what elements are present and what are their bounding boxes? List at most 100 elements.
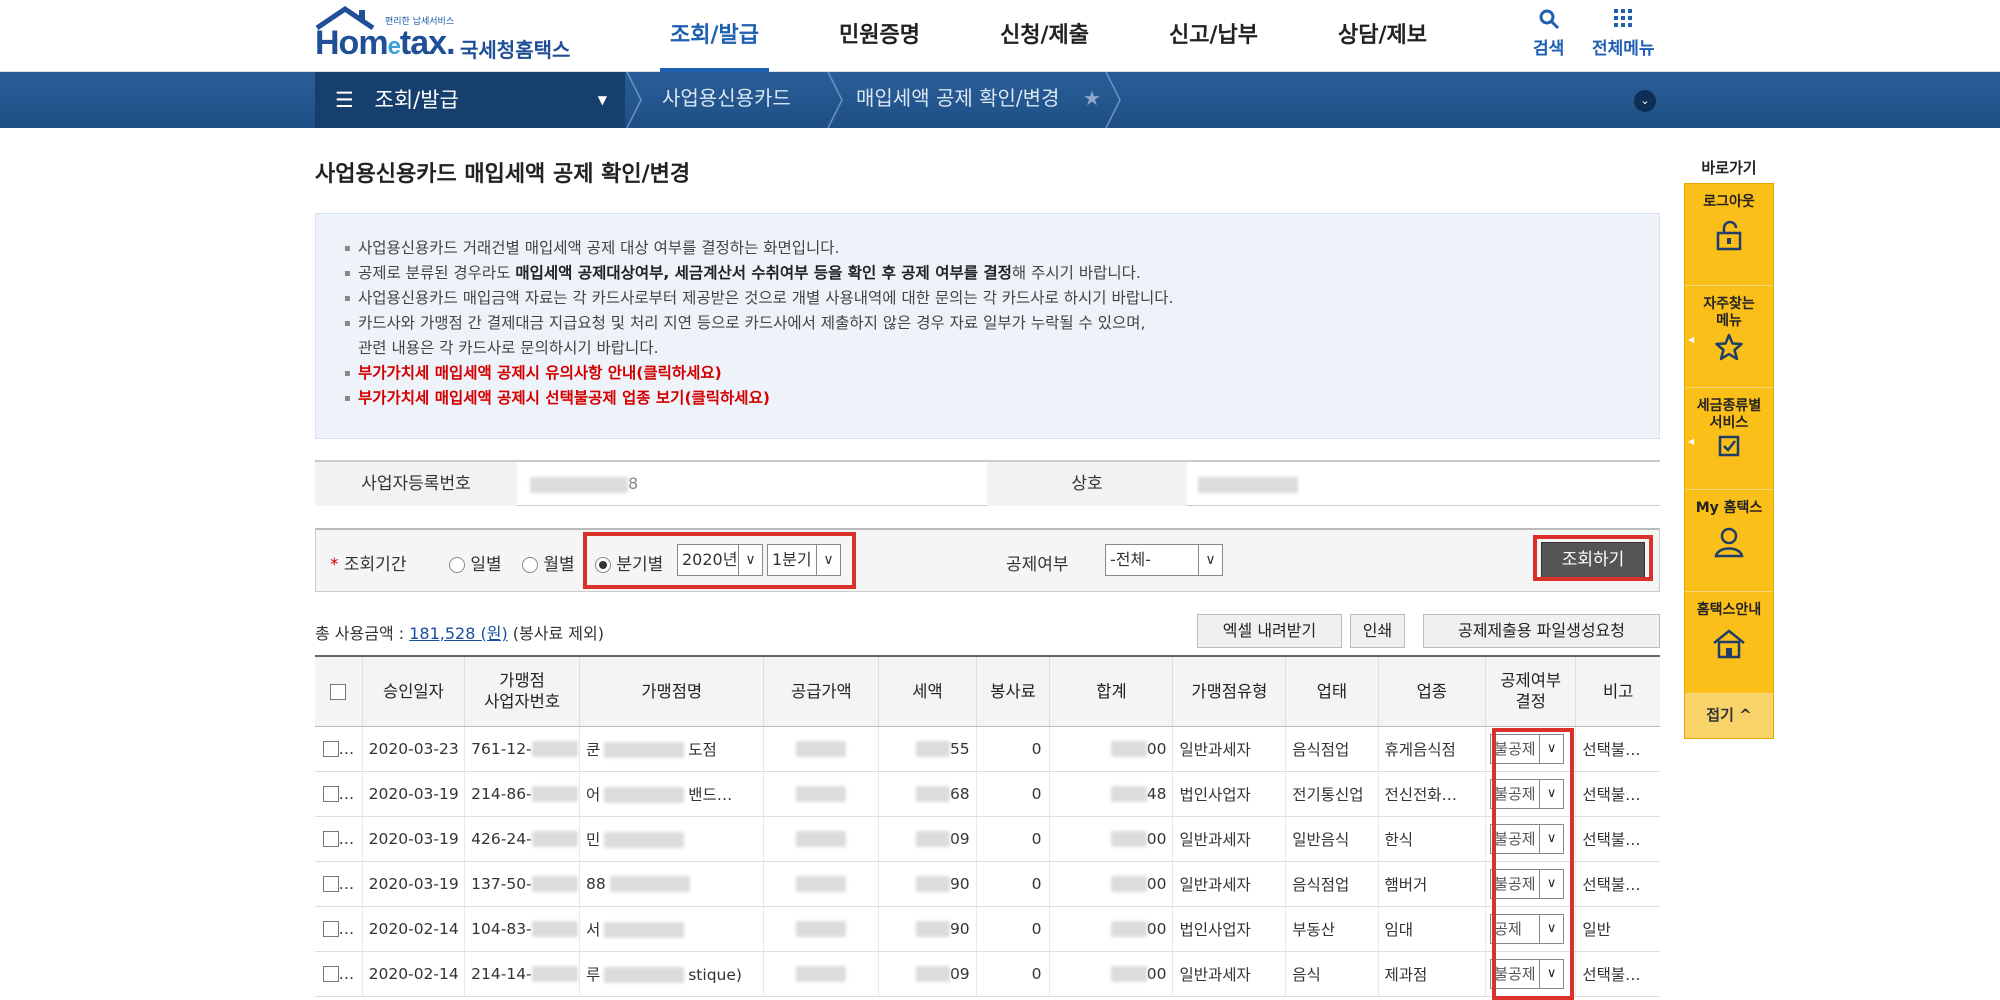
highlight-period xyxy=(583,532,856,589)
all-menu-label: 전체메뉴 xyxy=(1592,39,1655,59)
service-fee: 0 xyxy=(976,726,1051,772)
approval-date: 2020-02-14 xyxy=(362,951,466,997)
total-amount-cell: 00 xyxy=(1049,951,1174,997)
notice-link-nondeductible[interactable]: 부가가치세 매입세액 공제시 선택불공제 업종 보기(클릭하세요) xyxy=(344,386,1631,411)
deduct-select[interactable]: -전체- ∨ xyxy=(1105,544,1223,576)
row-checkbox-cell: … xyxy=(315,906,363,952)
nav-certificate[interactable]: 민원증명 xyxy=(809,0,950,72)
location-menu-dropdown[interactable]: ☰ 조회/발급 ▼ xyxy=(315,72,625,128)
person-icon xyxy=(1685,525,1773,559)
row-checkbox[interactable] xyxy=(322,876,339,892)
breadcrumb-current[interactable]: 매입세액 공제 확인/변경 xyxy=(856,72,1059,128)
supply-amount xyxy=(763,951,880,997)
row-checkbox-cell: … xyxy=(315,816,363,862)
all-menu-button[interactable]: 전체메뉴 xyxy=(1592,8,1655,59)
breadcrumb-separator-icon xyxy=(1105,72,1121,128)
notice-box: 사업용신용카드 거래건별 매입세액 공제 대상 여부를 결정하는 화면입니다. … xyxy=(315,213,1660,439)
check-icon xyxy=(1685,434,1773,458)
business-info: 사업자등록번호 8 상호 xyxy=(315,460,1660,506)
row-checkbox[interactable] xyxy=(322,741,339,757)
deduct-label: 공제여부 xyxy=(1006,555,1069,575)
search-button[interactable]: 검색 xyxy=(1533,8,1564,59)
total-amount-cell: 00 xyxy=(1049,906,1174,952)
search-icon xyxy=(1533,8,1564,34)
business-type: 음식점업 xyxy=(1285,726,1379,772)
total-amount-cell: 00 xyxy=(1049,816,1174,862)
notice-link-caution[interactable]: 부가가치세 매입세액 공제시 유의사항 안내(클릭하세요) xyxy=(344,361,1631,386)
business-type: 음식 xyxy=(1285,951,1379,997)
business-item: 휴게음식점 xyxy=(1378,726,1487,772)
quick-logout[interactable]: 로그아웃 xyxy=(1685,184,1773,286)
excel-download-button[interactable]: 엑셀 내려받기 xyxy=(1197,614,1342,648)
period-label: * 조회기간 xyxy=(330,555,407,575)
quick-favorites[interactable]: 자주찾는 메뉴 xyxy=(1685,286,1773,388)
total-amount-cell: 00 xyxy=(1049,861,1174,907)
column-header: 공급가액 xyxy=(763,655,880,727)
total-amount-cell: 48 xyxy=(1049,771,1174,817)
column-header: 비고 xyxy=(1575,655,1660,727)
logo-wordmark: Hometax. xyxy=(315,24,456,62)
total-amount-cell: 00 xyxy=(1049,726,1174,772)
column-header: 합계 xyxy=(1049,655,1174,727)
notice-line: 카드사와 가맹점 간 결제대금 지급요청 및 처리 지연 등으로 카드사에서 제… xyxy=(344,311,1631,336)
quick-menu-title: 바로가기 xyxy=(1701,159,1757,177)
merchant-name: 민 xyxy=(579,816,765,862)
total-amount-link[interactable]: 181,528 (원) xyxy=(409,624,507,643)
service-fee: 0 xyxy=(976,951,1051,997)
row-checkbox[interactable] xyxy=(322,966,339,982)
merchant-name: 어 밴드… xyxy=(579,771,765,817)
column-header: 승인일자 xyxy=(362,655,466,727)
nav-application[interactable]: 신청/제출 xyxy=(970,0,1119,72)
remark: 선택불… xyxy=(1575,771,1660,817)
radio-button[interactable] xyxy=(522,557,538,573)
table-row[interactable]: … 2020-03-23 761-12- 쿤 도점 55 0 00 일반과세자 음식점업 휴게음식점… xyxy=(315,726,1660,772)
tax-amount: 09 xyxy=(878,951,977,997)
merchant-bizno: 761-12- xyxy=(464,726,580,772)
column-header: 업종 xyxy=(1378,655,1487,727)
radio-monthly[interactable]: 월별 xyxy=(522,550,575,575)
hamburger-icon: ☰ xyxy=(335,88,354,112)
nav-consult[interactable]: 상담/제보 xyxy=(1308,0,1457,72)
quick-my-hometax[interactable]: My 홈택스 xyxy=(1685,490,1773,592)
approval-date: 2020-03-19 xyxy=(362,816,466,862)
column-header: 가맹점 사업자번호 xyxy=(464,655,580,727)
chevron-up-icon: ^ xyxy=(1739,706,1752,724)
nav-report-pay[interactable]: 신고/납부 xyxy=(1139,0,1288,72)
search-panel: * 조회기간 일별 월별 분기별 2020년 ∨ 1분기 ∨ 공제여부 -전체- ∨ … xyxy=(315,528,1660,592)
breadcrumb-card[interactable]: 사업용신용카드 xyxy=(662,72,791,128)
select-all-checkbox[interactable] xyxy=(330,684,347,701)
quick-tax-service[interactable]: 세금종류별 서비스 xyxy=(1685,388,1773,490)
file-request-button[interactable]: 공제제출용 파일생성요청 xyxy=(1423,614,1660,648)
row-checkbox-cell: … xyxy=(315,861,363,907)
nav-inquiry[interactable]: 조회/발급 xyxy=(640,0,789,72)
company-name-label: 상호 xyxy=(987,462,1187,506)
row-checkbox[interactable] xyxy=(322,921,339,937)
logo-korean: 국세청홈택스 xyxy=(460,38,571,62)
quick-hometax-guide[interactable]: 홈택스안내 xyxy=(1685,592,1773,694)
business-item: 햄버거 xyxy=(1378,861,1487,907)
row-checkbox[interactable] xyxy=(322,786,339,802)
supply-amount xyxy=(763,861,880,907)
table-row[interactable]: … 2020-03-19 214-86- 어 밴드… 68 0 48 법인사업자 전기통신업 전신전… xyxy=(315,771,1660,817)
business-type: 전기통신업 xyxy=(1285,771,1379,817)
quick-fold-button[interactable]: 접기 ^ xyxy=(1685,694,1773,738)
radio-button[interactable] xyxy=(449,557,465,573)
favorite-star-icon[interactable]: ★ xyxy=(1083,72,1101,128)
table-row[interactable]: … 2020-02-14 214-14- 루 stique) 09 0 00 일반과세자 음식 제과… xyxy=(315,951,1660,997)
table-row[interactable]: … 2020-02-14 104-83- 서 90 0 00 법인사업자 부동산 임대 공제 ∨ 일반 xyxy=(315,906,1660,952)
merchant-bizno: 214-86- xyxy=(464,771,580,817)
supply-amount xyxy=(763,906,880,952)
tax-amount: 55 xyxy=(878,726,977,772)
table-row[interactable]: … 2020-03-19 137-50- 88 90 0 00 일반과세자 음식점업 햄버거 불공제… xyxy=(315,861,1660,907)
radio-daily[interactable]: 일별 xyxy=(449,550,502,575)
notice-line: 사업용신용카드 거래건별 매입세액 공제 대상 여부를 결정하는 화면입니다. xyxy=(344,236,1631,261)
location-bar: ☰ 조회/발급 ▼ 사업용신용카드 매입세액 공제 확인/변경 ★ ⌄ xyxy=(0,72,2000,128)
chevron-down-icon[interactable]: ⌄ xyxy=(1634,90,1656,112)
print-button[interactable]: 인쇄 xyxy=(1350,614,1405,648)
row-checkbox[interactable] xyxy=(322,831,339,847)
hometax-logo[interactable]: 편리한 납세서비스 Hometax. 국세청홈택스 xyxy=(315,6,575,66)
row-checkbox-cell: … xyxy=(315,726,363,772)
table-row[interactable]: … 2020-03-19 426-24- 민 09 0 00 일반과세자 일반음식 한식 불공제 ∨ 선… xyxy=(315,816,1660,862)
business-item: 제과점 xyxy=(1378,951,1487,997)
business-type: 일반음식 xyxy=(1285,816,1379,862)
